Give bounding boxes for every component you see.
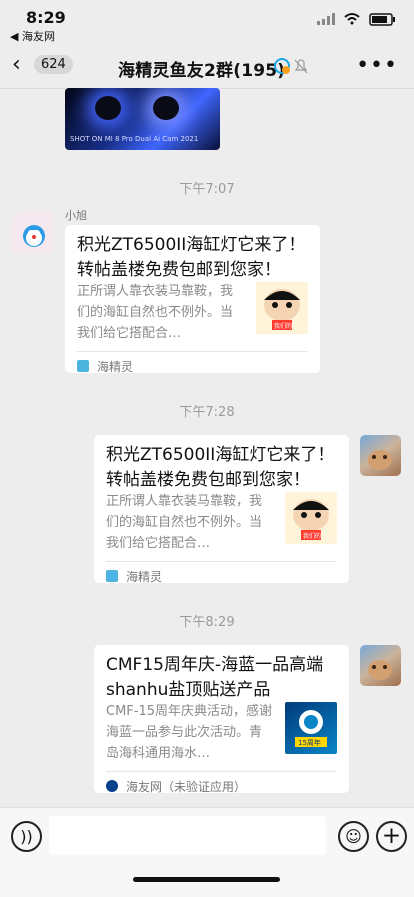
message-timestamp: 下午7:07 bbox=[179, 182, 235, 197]
cartoon-thumbnail-icon: 我们的 bbox=[264, 289, 300, 330]
svg-text:我们的: 我们的 bbox=[274, 322, 292, 330]
signal-icon bbox=[317, 13, 335, 25]
svg-text:15周年: 15周年 bbox=[298, 738, 321, 747]
dog-avatar-icon bbox=[368, 450, 392, 470]
article-card[interactable]: 积光ZT6500II海缸灯它来了！ 转帖盖楼免费包邮到您家！ 正所谓人靠衣装马靠鞍… bbox=[65, 225, 320, 374]
article-source: 海精灵 bbox=[97, 360, 134, 374]
article-source: 海友网（未验证应用） bbox=[126, 780, 247, 794]
group-link-icon bbox=[274, 58, 290, 74]
status-time: 8:29 bbox=[26, 8, 66, 27]
article-thumbnail: 15周年 bbox=[285, 702, 337, 754]
card-divider bbox=[106, 561, 337, 563]
message-timestamp: 下午8:29 bbox=[179, 615, 235, 630]
message-input[interactable] bbox=[49, 816, 326, 855]
mute-bell-icon bbox=[294, 59, 308, 74]
voice-input-button[interactable]: )) bbox=[11, 821, 42, 852]
article-description: CMF-15周年庆典活动，感谢海蓝一品参与此次活动。青岛海科通用海水… bbox=[106, 704, 273, 761]
my-avatar[interactable] bbox=[360, 645, 401, 686]
article-card[interactable]: CMF15周年庆-海蓝一品高端 shanhu盐顶贴送产品 CMF-15周年庆典活动… bbox=[94, 645, 349, 794]
article-title: 积光ZT6500II海缸灯它来了！ 转帖盖楼免费包邮到您家！ bbox=[106, 445, 335, 490]
back-to-app-link[interactable]: ◀ 海友网 bbox=[10, 28, 55, 44]
dog-avatar-icon bbox=[368, 660, 392, 680]
article-source: 海精灵 bbox=[126, 570, 163, 584]
light-glow-left bbox=[95, 96, 121, 120]
sender-avatar[interactable] bbox=[12, 212, 53, 253]
wifi-icon bbox=[344, 13, 360, 25]
article-title: CMF15周年庆-海蓝一品高端 shanhu盐顶贴送产品 bbox=[106, 655, 324, 700]
emoji-button[interactable]: ☺ bbox=[338, 821, 369, 852]
more-actions-button[interactable]: + bbox=[376, 821, 407, 852]
article-thumbnail: 我们的 bbox=[285, 492, 337, 544]
doraemon-avatar-icon bbox=[23, 225, 45, 247]
camera-watermark: SHOT ON MI 8 Pro Dual Ai Cam 2021 bbox=[70, 135, 199, 143]
sender-name: 小旭 bbox=[65, 209, 87, 222]
chat-header: ‹ 624 海精灵鱼友2群(195) ••• bbox=[0, 44, 414, 89]
anniversary-thumbnail-icon: 15周年 bbox=[295, 710, 327, 747]
chat-title[interactable]: 海精灵鱼友2群(195) bbox=[118, 56, 285, 81]
article-description: 正所谓人靠衣装马靠鞍，我们的海缸自然也不例外。当我们给它搭配合… bbox=[77, 284, 234, 341]
article-thumbnail: 我们的 bbox=[256, 282, 308, 334]
source-app-icon bbox=[106, 570, 118, 582]
source-app-icon bbox=[106, 780, 118, 792]
status-bar: 8:29 ◀ 海友网 bbox=[0, 0, 414, 44]
article-title: 积光ZT6500II海缸灯它来了！ 转帖盖楼免费包邮到您家！ bbox=[77, 235, 306, 280]
article-card[interactable]: 积光ZT6500II海缸灯它来了！ 转帖盖楼免费包邮到您家！ 正所谓人靠衣装马靠鞍… bbox=[94, 435, 349, 584]
more-options-button[interactable]: ••• bbox=[356, 53, 398, 78]
article-description: 正所谓人靠衣装马靠鞍，我们的海缸自然也不例外。当我们给它搭配合… bbox=[106, 494, 263, 551]
card-divider bbox=[106, 771, 337, 773]
source-app-icon bbox=[77, 360, 89, 372]
status-icons bbox=[317, 12, 396, 26]
chat-input-bar: )) ☺ + bbox=[0, 807, 414, 897]
chat-title-icons bbox=[273, 57, 309, 75]
svg-text:我们的: 我们的 bbox=[303, 532, 321, 540]
battery-icon bbox=[369, 12, 395, 26]
card-divider bbox=[77, 351, 308, 353]
light-glow-right bbox=[153, 96, 179, 120]
my-avatar[interactable] bbox=[360, 435, 401, 476]
home-indicator bbox=[133, 877, 280, 882]
cartoon-thumbnail-icon: 我们的 bbox=[293, 499, 329, 540]
unread-count-badge[interactable]: 624 bbox=[34, 55, 73, 74]
back-button[interactable]: ‹ bbox=[12, 54, 21, 76]
shared-image-message[interactable]: SHOT ON MI 8 Pro Dual Ai Cam 2021 bbox=[65, 88, 220, 150]
message-timestamp: 下午7:28 bbox=[179, 405, 235, 420]
